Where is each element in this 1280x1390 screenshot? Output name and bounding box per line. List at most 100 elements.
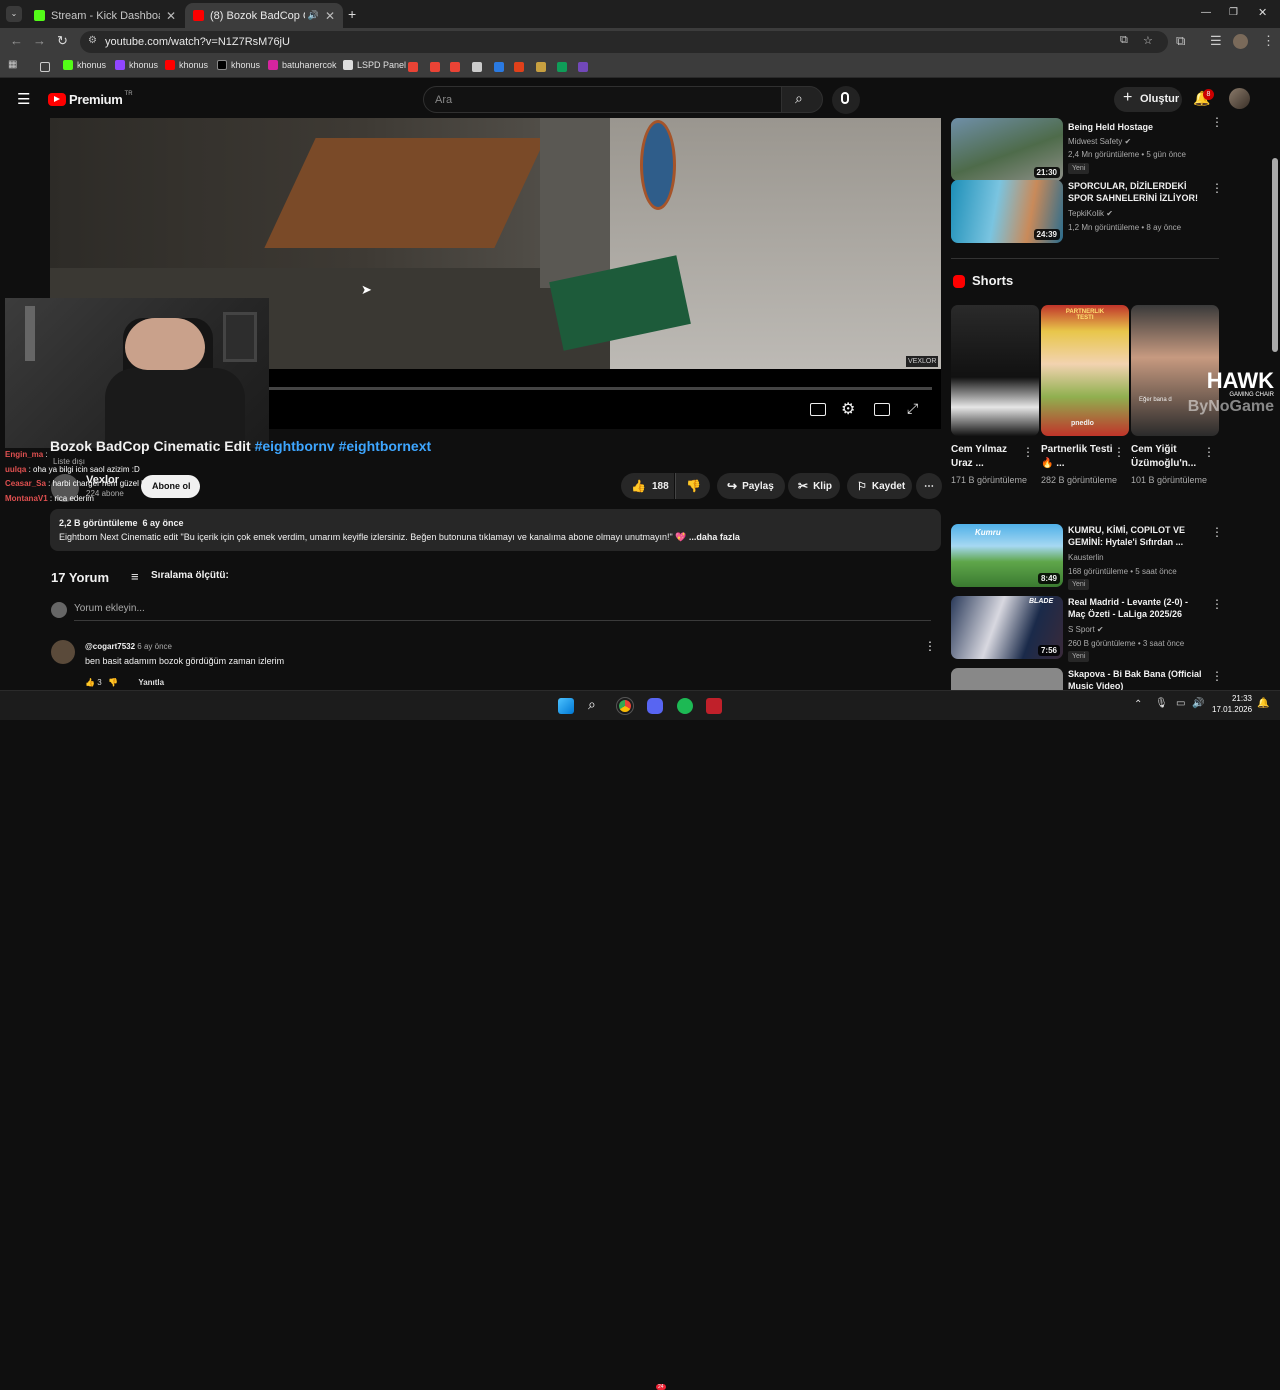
forward-icon[interactable]: → xyxy=(33,33,46,48)
bookmark-khonus-twitch[interactable]: khonus xyxy=(115,60,158,70)
site-info-icon[interactable]: ⚙ xyxy=(88,35,97,46)
bookmark-lspd-panel[interactable]: LSPD Panel xyxy=(343,60,406,70)
fullscreen-icon[interactable]: ⤢ xyxy=(907,400,918,417)
sort-comments-button[interactable]: Sıralama ölçütü: xyxy=(151,570,229,581)
settings-gear-icon[interactable]: ⚙ xyxy=(841,399,855,419)
install-app-icon[interactable]: ⧉ xyxy=(1120,34,1128,47)
thumbs-down-icon[interactable]: 👎 xyxy=(108,678,118,687)
search-input[interactable]: Ara xyxy=(423,86,782,113)
close-icon[interactable]: ✕ xyxy=(325,9,335,23)
bookmark-khonus-x[interactable]: khonus xyxy=(217,60,260,70)
related-video-title[interactable]: SPORCULAR, DİZİLERDEKİ SPOR SAHNELERİNİ … xyxy=(1068,180,1208,204)
bookmark-star-icon[interactable]: ☆ xyxy=(1143,34,1153,47)
related-video-channel[interactable]: TepkiKolik ✔ xyxy=(1068,209,1113,218)
forms-icon[interactable] xyxy=(578,62,588,72)
save-button[interactable]: ⚐ Kaydet xyxy=(847,473,912,499)
comment-author[interactable]: @cogart7532 6 ay önce xyxy=(85,642,172,651)
chevron-up-icon[interactable]: ⌃ xyxy=(1134,699,1142,710)
video-menu-icon[interactable]: ⋮ xyxy=(1211,598,1223,610)
streamlabs-icon[interactable] xyxy=(706,698,722,714)
related-video-title[interactable]: Skapova - Bi Bak Bana (Official Music Vi… xyxy=(1068,668,1208,690)
short-menu-icon[interactable]: ⋮ xyxy=(1113,446,1125,458)
share-button[interactable]: ↪ Paylaş xyxy=(717,473,785,499)
network-icon[interactable]: ▭ xyxy=(1176,698,1185,709)
search-icon[interactable]: ⌕ xyxy=(588,696,604,712)
media-icon[interactable]: ☰ xyxy=(1210,33,1222,49)
related-video-thumbnail[interactable]: 24:39 xyxy=(951,180,1063,243)
discord-icon[interactable] xyxy=(647,698,663,714)
like-button[interactable]: 👍 188 xyxy=(621,473,674,499)
dislike-button[interactable]: 👎 xyxy=(675,473,710,499)
windows-start-icon[interactable] xyxy=(558,698,574,714)
notification-icon[interactable]: 🔔 xyxy=(1257,698,1269,709)
hamburger-menu-icon[interactable]: ☰ xyxy=(17,90,30,108)
short-thumbnail[interactable]: PARTNERLIK TESTI pnedlo xyxy=(1041,305,1129,436)
related-video-thumbnail[interactable] xyxy=(951,668,1063,690)
search-button[interactable]: ⌕ xyxy=(781,86,823,113)
back-icon[interactable]: ← xyxy=(10,33,23,48)
tab-youtube-video[interactable]: (8) Bozok BadCop Cinemati... 🔊 ✕ xyxy=(185,3,343,28)
mic-icon[interactable]: 🎙 xyxy=(1155,698,1168,709)
sort-icon[interactable]: ≡ xyxy=(131,569,139,584)
youtube-logo[interactable]: Premium TR xyxy=(48,91,133,107)
thumbs-up-icon[interactable]: 👍 xyxy=(85,678,95,687)
close-icon[interactable]: ✕ xyxy=(166,9,176,23)
spotify-icon[interactable] xyxy=(677,698,693,714)
reload-icon[interactable]: ↻ xyxy=(57,33,68,49)
close-window-icon[interactable]: ✕ xyxy=(1258,6,1267,19)
bookmark-icon[interactable] xyxy=(514,62,524,72)
description-box[interactable]: 2,2 B görüntüleme 6 ay önce Eightborn Ne… xyxy=(50,509,941,551)
tab-search-button[interactable]: ⌄ xyxy=(6,6,22,22)
address-bar[interactable]: ⚙ youtube.com/watch?v=N1Z7RsM76jU ⧉ ☆ xyxy=(80,31,1168,53)
bookmark-khonus-youtube[interactable]: khonus xyxy=(165,60,208,70)
video-menu-icon[interactable]: ⋮ xyxy=(1211,670,1223,682)
short-title[interactable]: Partnerlik Testi 🔥 ... xyxy=(1041,443,1119,471)
sheets-icon[interactable] xyxy=(557,62,567,72)
bookmark-icon[interactable] xyxy=(536,62,546,72)
new-tab-button[interactable]: + xyxy=(348,6,356,22)
short-title[interactable]: Cem Yılmaz Uraz ... xyxy=(951,443,1029,471)
chrome-icon[interactable] xyxy=(616,697,634,715)
bookmark-icon[interactable] xyxy=(494,62,504,72)
folder-icon[interactable] xyxy=(40,62,50,72)
miniplayer-icon[interactable] xyxy=(874,403,890,416)
related-video-title[interactable]: Real Madrid - Levante (2-0) - Maç Özeti … xyxy=(1068,596,1208,620)
hashtag-links[interactable]: #eightbornv #eightbornext xyxy=(255,438,432,454)
reply-button[interactable]: Yanıtla xyxy=(138,678,164,687)
related-video-thumbnail[interactable]: 21:30 xyxy=(951,118,1063,181)
more-actions-button[interactable]: ⋯ xyxy=(916,473,942,499)
docs-icon[interactable] xyxy=(472,62,482,72)
scrollbar[interactable] xyxy=(1272,158,1278,352)
subscribe-button[interactable]: Abone ol xyxy=(141,475,200,498)
subtitles-icon[interactable] xyxy=(810,403,826,416)
create-button[interactable]: + Oluştur xyxy=(1114,87,1182,112)
system-clock[interactable]: 21:33 17.01.2026 xyxy=(1212,693,1252,715)
video-menu-icon[interactable]: ⋮ xyxy=(1211,116,1223,128)
profile-avatar[interactable] xyxy=(1233,34,1248,49)
short-title[interactable]: Cem Yiğit Üzümoğlu'n... xyxy=(1131,443,1209,471)
short-thumbnail[interactable] xyxy=(951,305,1039,436)
related-video-channel[interactable]: S Sport ✔ xyxy=(1068,625,1104,634)
short-menu-icon[interactable]: ⋮ xyxy=(1203,446,1215,458)
related-video-title[interactable]: Being Held Hostage xyxy=(1068,121,1208,133)
related-video-thumbnail[interactable]: BLADE 7:56 xyxy=(951,596,1063,659)
related-video-channel[interactable]: Kausterlin xyxy=(1068,553,1104,562)
apps-icon[interactable]: ▦ xyxy=(8,59,18,70)
video-menu-icon[interactable]: ⋮ xyxy=(1211,526,1223,538)
speaker-icon[interactable]: 🔊 xyxy=(308,10,319,21)
restore-icon[interactable]: ❐ xyxy=(1229,7,1238,18)
short-menu-icon[interactable]: ⋮ xyxy=(1022,446,1034,458)
commenter-avatar[interactable] xyxy=(51,640,75,664)
clip-button[interactable]: ✂ Klip xyxy=(788,473,840,499)
video-menu-icon[interactable]: ⋮ xyxy=(1211,182,1223,194)
tab-kick-dashboard[interactable]: Stream - Kick Dashboard ✕ xyxy=(26,3,184,28)
minimize-icon[interactable]: — xyxy=(1201,7,1211,18)
account-avatar[interactable] xyxy=(1229,88,1250,109)
bookmark-khonus-kick[interactable]: khonus xyxy=(63,60,106,70)
related-video-title[interactable]: KUMRU, KİMİ, COPILOT VE GEMİNİ: Hytale'i… xyxy=(1068,524,1208,548)
related-video-channel[interactable]: Midwest Safety ✔ xyxy=(1068,137,1131,146)
gmail-icon[interactable] xyxy=(450,62,460,72)
volume-icon[interactable]: 🔊 xyxy=(1192,698,1204,709)
voice-search-button[interactable] xyxy=(832,86,860,114)
menu-icon[interactable]: ⋮ xyxy=(1262,33,1275,49)
